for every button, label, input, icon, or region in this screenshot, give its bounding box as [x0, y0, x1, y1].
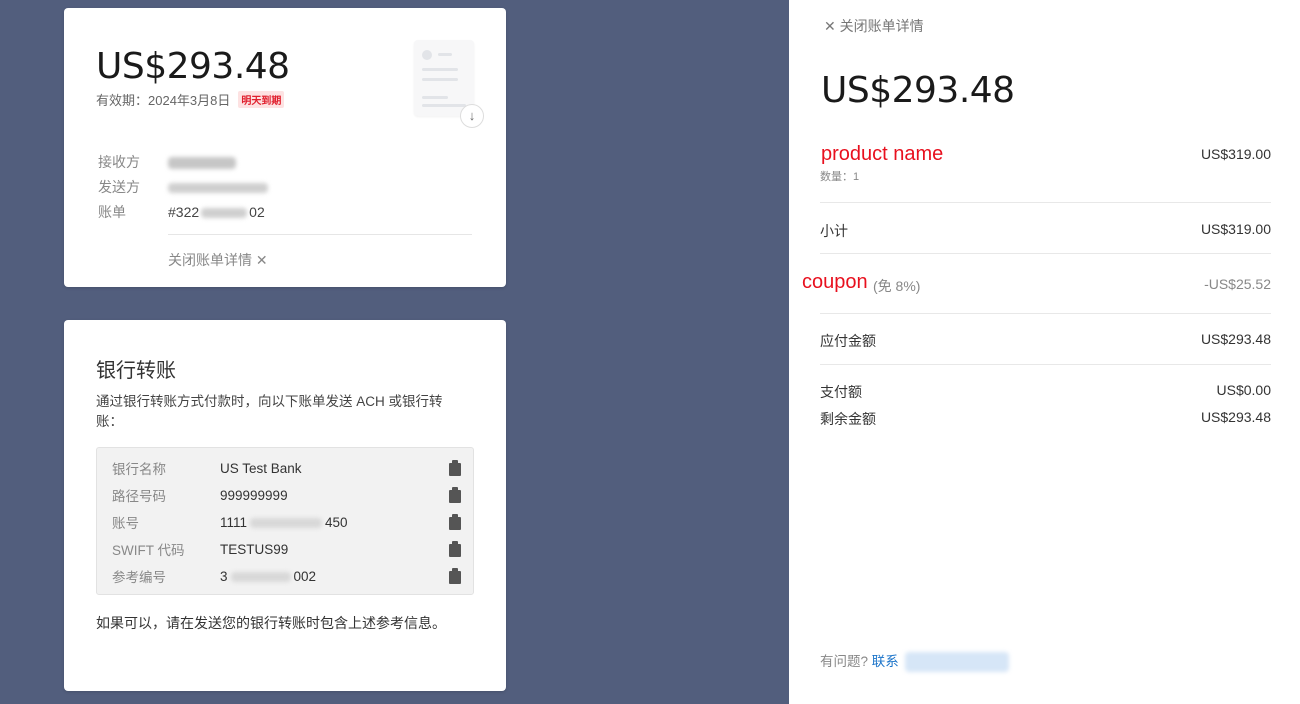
bank-row-label: 银行名称	[112, 462, 166, 477]
amount-remaining-label: 剩余金额	[820, 411, 876, 427]
recipient-label: 接收方	[98, 154, 140, 170]
bank-row-label: 参考编号	[112, 570, 166, 585]
bank-row-value: 1111 450	[220, 515, 448, 530]
clipboard-icon[interactable]	[448, 460, 462, 476]
close-details-button[interactable]: ✕ 关闭账单详情	[824, 16, 924, 36]
divider	[820, 364, 1271, 365]
bank-transfer-description: 通过银行转账方式付款时，向以下账单发送 ACH 或银行转账：	[96, 394, 443, 429]
details-amount: US$293.48	[821, 70, 1015, 111]
help-text: 有问题?	[820, 654, 869, 669]
bank-details-box: 银行名称 US Test Bank 路径号码 999999999 账号 1111…	[96, 447, 474, 595]
bank-row: 账号 1111 450	[112, 512, 462, 532]
bank-transfer-card: 银行转账 通过银行转账方式付款时，向以下账单发送 ACH 或银行转账： 银行名称…	[64, 320, 506, 691]
clipboard-icon[interactable]	[448, 568, 462, 584]
bank-row: 路径号码 999999999	[112, 485, 462, 505]
sender-label: 发送方	[98, 179, 140, 195]
divider	[820, 202, 1271, 203]
coupon-value: -US$25.52	[1204, 276, 1271, 292]
bank-account-start: 1111	[220, 514, 248, 530]
invoice-number-end: 02	[249, 204, 265, 220]
bank-account-blurred	[250, 517, 323, 528]
amount-paid-value: US$0.00	[1216, 382, 1271, 398]
amount-remaining-value: US$293.48	[1200, 409, 1271, 425]
recipient-row: 接收方	[98, 152, 236, 172]
reference-blurred	[230, 571, 291, 582]
invoice-details-panel: ✕ 关闭账单详情 US$293.48 product name US$319.0…	[789, 0, 1300, 704]
due-badge: 明天到期	[238, 91, 285, 108]
bank-row-value: 3 002	[220, 569, 448, 584]
download-icon[interactable]: ↓	[460, 104, 484, 128]
subtotal-label: 小计	[820, 223, 848, 239]
bank-row-label: 路径号码	[112, 489, 166, 504]
product-price: US$319.00	[1200, 146, 1271, 162]
bank-row: 参考编号 3 002	[112, 566, 462, 586]
clipboard-icon[interactable]	[448, 541, 462, 557]
invoice-amount: US$293.48	[96, 46, 290, 87]
bank-row-value: 999999999	[220, 487, 288, 503]
product-name-annotation: product name	[821, 143, 944, 165]
close-details-link[interactable]: 关闭账单详情 ✕	[168, 250, 268, 270]
bank-account-end: 450	[325, 514, 348, 530]
due-date-row: 有效期：2024年3月8日 明天到期	[96, 90, 285, 109]
contact-link[interactable]: 联系	[872, 654, 899, 669]
divider	[168, 234, 472, 235]
due-date-text: 有效期：2024年3月8日	[96, 93, 231, 108]
left-pane: US$293.48 有效期：2024年3月8日 明天到期 ↓ 接收方 发送方 账…	[0, 0, 789, 704]
invoice-number-blurred	[201, 208, 248, 219]
product-quantity: 数量：1	[820, 171, 860, 183]
invoice-number-start: #322	[168, 204, 200, 220]
amount-due-label: 应付金额	[820, 333, 876, 349]
bank-transfer-title: 银行转账	[96, 360, 176, 382]
bank-row-label: 账号	[112, 516, 139, 531]
reference-end: 002	[293, 568, 317, 584]
subtotal-value: US$319.00	[1200, 221, 1271, 237]
help-row: 有问题? 联系	[820, 650, 1009, 673]
contact-email-blurred	[904, 652, 1009, 673]
bank-row-label: SWIFT 代码	[112, 543, 185, 558]
coupon-annotation: coupon	[802, 271, 868, 293]
bank-row-value: US Test Bank	[220, 460, 302, 476]
clipboard-icon[interactable]	[448, 514, 462, 530]
sender-value-blurred	[168, 183, 268, 194]
invoice-label: 账单	[98, 204, 126, 220]
divider	[820, 313, 1271, 314]
clipboard-icon[interactable]	[448, 487, 462, 503]
sender-row: 发送方	[98, 177, 268, 197]
document-icon	[414, 40, 474, 116]
coupon-label: (免 8%)	[873, 278, 921, 294]
bank-row: SWIFT 代码 TESTUS99	[112, 539, 462, 559]
recipient-value-blurred	[168, 157, 236, 170]
invoice-number-row: 账单 #322 02	[98, 202, 265, 222]
bank-row: 银行名称 US Test Bank	[112, 458, 462, 478]
bank-row-value: TESTUS99	[220, 541, 289, 557]
divider	[820, 253, 1271, 254]
amount-due-value: US$293.48	[1200, 331, 1271, 347]
invoice-summary-card: US$293.48 有效期：2024年3月8日 明天到期 ↓ 接收方 发送方 账…	[64, 8, 506, 287]
amount-paid-label: 支付额	[820, 384, 862, 400]
reference-start: 3	[220, 568, 228, 584]
bank-transfer-note: 如果可以，请在发送您的银行转账时包含上述参考信息。	[96, 615, 446, 631]
